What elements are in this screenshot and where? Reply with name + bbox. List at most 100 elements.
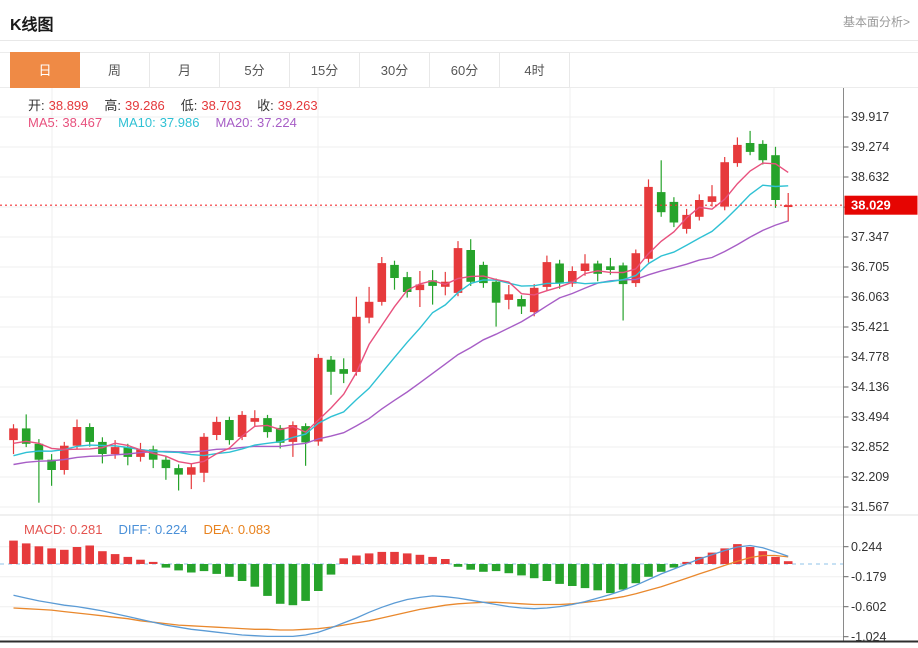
candle-up: [9, 428, 18, 440]
legend-value: 39.263: [278, 98, 318, 113]
macd-bar-up: [352, 556, 361, 565]
macd-bar-up: [441, 559, 450, 564]
macd-bar-down: [327, 564, 336, 575]
candle-down: [759, 144, 768, 160]
macd-bar-down: [301, 564, 310, 601]
macd-bar-down: [657, 564, 666, 572]
macd-bar-down: [670, 564, 679, 568]
macd-bar-up: [339, 558, 348, 564]
tab-日[interactable]: 日: [10, 52, 80, 88]
candle-down: [657, 192, 666, 212]
candle-up: [530, 288, 539, 312]
macd-bar-down: [251, 564, 260, 587]
candle-up: [352, 317, 361, 372]
page-header: K线图 基本面分析>: [0, 0, 918, 41]
macd-bar-down: [479, 564, 488, 572]
macd-bar-down: [187, 564, 196, 573]
macd-legend-item: DIFF:0.224: [118, 522, 191, 537]
candle-down: [225, 420, 234, 440]
candle-down: [174, 468, 183, 475]
legend-label: 高:: [104, 98, 121, 113]
current-price-value: 38.029: [851, 198, 891, 213]
y-axis-tick-label: 37.347: [851, 230, 889, 244]
macd-legend-item: DEA:0.083: [203, 522, 274, 537]
macd-bar-down: [492, 564, 501, 571]
candle-up: [644, 187, 653, 259]
macd-bar-down: [225, 564, 234, 577]
macd-bar-down: [289, 564, 298, 605]
kline-chart-svg[interactable]: 39.91739.27438.63237.98937.34736.70536.0…: [0, 88, 918, 648]
legend-value: 38.467: [62, 115, 102, 130]
ohlc-legend: 开:38.899高:39.286低:38.703收:39.263: [28, 95, 334, 114]
legend-value: 37.986: [160, 115, 200, 130]
macd-bar-down: [581, 564, 590, 588]
macd-tick-label: -1.024: [851, 630, 886, 644]
macd-bar-up: [73, 547, 82, 564]
ma10-line: [14, 185, 789, 456]
macd-bar-up: [746, 547, 755, 564]
candle-down: [162, 460, 171, 468]
y-axis-tick-label: 39.274: [851, 140, 889, 154]
macd-bar-up: [428, 557, 437, 564]
legend-label: 低:: [181, 98, 198, 113]
legend-value: 0.083: [238, 522, 271, 537]
macd-bar-up: [378, 552, 387, 564]
tab-月[interactable]: 月: [150, 52, 220, 88]
ohlc-legend-item: 开:38.899: [28, 98, 92, 113]
macd-bar-down: [212, 564, 221, 574]
candle-down: [390, 265, 399, 278]
ohlc-legend-item: 收: 39.263: [257, 98, 321, 113]
candle-up: [505, 294, 514, 300]
macd-tick-label: -0.179: [851, 570, 886, 584]
tab-15分[interactable]: 15分: [290, 52, 360, 88]
macd-bar-up: [771, 557, 780, 564]
candle-up: [378, 263, 387, 302]
candle-up: [708, 196, 717, 202]
legend-value: 38.703: [201, 98, 241, 113]
candle-down: [746, 143, 755, 152]
tab-5分[interactable]: 5分: [220, 52, 290, 88]
macd-bar-down: [543, 564, 552, 581]
y-axis-tick-label: 36.705: [851, 260, 889, 274]
page-title: K线图: [10, 11, 54, 35]
legend-label: MACD:: [24, 522, 66, 537]
legend-label: 收:: [257, 98, 274, 113]
macd-bar-down: [644, 564, 653, 577]
ohlc-legend-item: 低:38.703: [181, 98, 245, 113]
y-axis-tick-label: 38.632: [851, 170, 889, 184]
period-tabs: 日周月5分15分30分60分4时: [10, 52, 570, 88]
macd-bar-down: [276, 564, 285, 604]
macd-bar-down: [619, 564, 628, 590]
y-axis-tick-label: 34.778: [851, 350, 889, 364]
legend-value: 37.224: [257, 115, 297, 130]
y-axis-tick-label: 35.421: [851, 320, 889, 334]
macd-bar-up: [784, 561, 793, 564]
macd-bar-up: [403, 553, 412, 564]
macd-bar-down: [263, 564, 272, 596]
macd-bar-up: [136, 560, 145, 564]
tab-4时[interactable]: 4时: [500, 52, 570, 88]
y-axis-tick-label: 31.567: [851, 500, 889, 514]
candle-up: [212, 422, 221, 435]
candle-up: [733, 145, 742, 163]
ma-legend-item: MA10:37.986: [118, 115, 203, 130]
macd-bar-down: [505, 564, 514, 573]
fundamental-analysis-link[interactable]: 基本面分析>: [843, 13, 910, 30]
macd-legend-item: MACD: 0.281: [24, 522, 106, 537]
tab-60分[interactable]: 60分: [430, 52, 500, 88]
legend-label: MA5:: [28, 115, 58, 130]
macd-tick-label: -0.602: [851, 600, 886, 614]
candle-down: [771, 155, 780, 200]
macd-bar-down: [454, 564, 463, 567]
tab-30分[interactable]: 30分: [360, 52, 430, 88]
macd-legend: MACD: 0.281 DIFF:0.224 DEA:0.083: [24, 522, 286, 537]
macd-bar-down: [632, 564, 641, 583]
legend-value: 0.281: [70, 522, 103, 537]
y-axis-tick-label: 32.852: [851, 440, 889, 454]
tab-周[interactable]: 周: [80, 52, 150, 88]
macd-bar-down: [606, 564, 615, 593]
candle-down: [492, 282, 501, 303]
macd-bar-up: [416, 555, 425, 564]
ma-legend-item: MA20:37.224: [215, 115, 300, 130]
macd-bar-up: [390, 552, 399, 564]
